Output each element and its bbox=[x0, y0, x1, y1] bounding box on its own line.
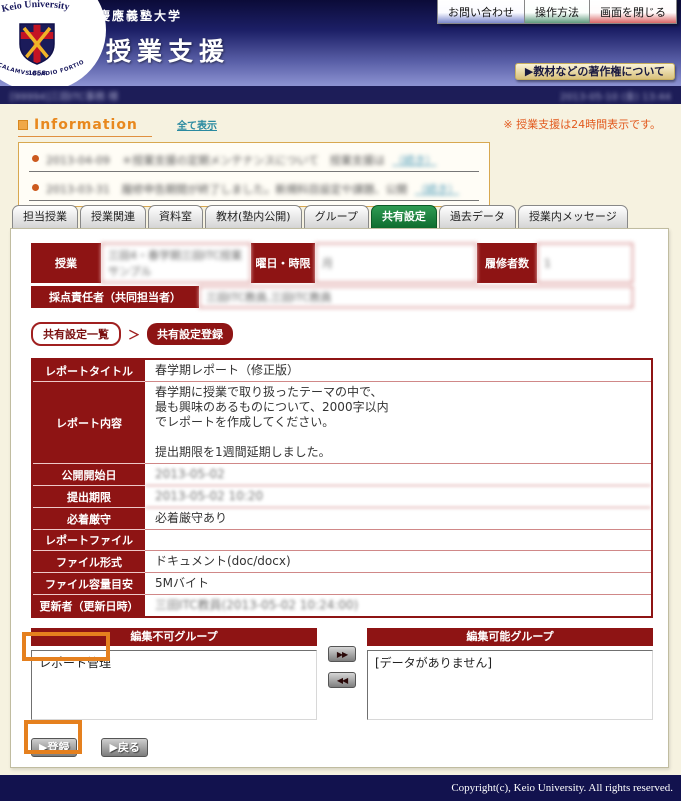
materials-copyright-button[interactable]: ▶教材などの著作権について bbox=[515, 63, 675, 80]
list-item: 2013-03-31 履修申告期間が終了しました。新規科目設定や課題、公開 （続… bbox=[29, 179, 479, 201]
report-detail-table: レポートタイトル 春学期レポート（修正版） レポート内容 春学期に授業で取り扱っ… bbox=[31, 358, 653, 618]
app-header: Keio University 1858 CALAMVS GLADIO FORT… bbox=[0, 0, 681, 86]
move-right-button[interactable]: ▶▶ bbox=[328, 646, 356, 662]
no-data-placeholder: [データがありません] bbox=[373, 653, 647, 672]
row-value: 春学期に授業で取り扱ったテーマの中で、 最も興味のあるものについて、2000字以… bbox=[145, 382, 651, 464]
row-label: 提出期限 bbox=[33, 486, 145, 508]
help-button[interactable]: 操作方法 bbox=[524, 0, 590, 24]
header-nav: お問い合わせ 操作方法 画面を閉じる bbox=[438, 0, 677, 24]
page-title: 授業支援 bbox=[106, 32, 230, 68]
tab-library[interactable]: 資料室 bbox=[148, 205, 203, 228]
bullet-icon bbox=[32, 184, 39, 191]
row-value: ドキュメント(doc/docx) bbox=[145, 551, 651, 573]
table-row: ファイル形式 ドキュメント(doc/docx) bbox=[33, 551, 651, 573]
tab-materials[interactable]: 教材(塾内公開) bbox=[205, 205, 302, 228]
tab-class-messages[interactable]: 授業内メッセージ bbox=[518, 205, 628, 228]
row-label: 必着厳守 bbox=[33, 508, 145, 530]
main-tabs: 担当授業 授業関連 資料室 教材(塾内公開) グループ 共有設定 過去データ 授… bbox=[12, 205, 630, 228]
breadcrumb: 共有設定一覧 ＞ 共有設定登録 bbox=[31, 322, 668, 346]
row-value: 三田ITC教員(2013-05-02 10:24:00) bbox=[145, 595, 651, 616]
24h-note: ※ 授業支援は24時間表示です。 bbox=[503, 116, 661, 132]
editable-group-list[interactable]: [データがありません] bbox=[367, 650, 653, 720]
table-row: 公開開始日 2013-05-02 bbox=[33, 464, 651, 486]
table-row: 提出期限 2013-05-02 10:20 bbox=[33, 486, 651, 508]
current-datetime: 2013-05-10 (金) 13:44 bbox=[560, 88, 671, 103]
tab-group[interactable]: グループ bbox=[304, 205, 369, 228]
non-editable-group-list[interactable]: レポート管理 bbox=[31, 650, 317, 720]
row-value: 必着厳守あり bbox=[145, 508, 651, 530]
move-left-button[interactable]: ◀◀ bbox=[328, 672, 356, 688]
table-row: レポートファイル bbox=[33, 530, 651, 551]
row-value bbox=[145, 530, 651, 551]
table-row: ファイル容量目安 5Mバイト bbox=[33, 573, 651, 595]
class-value: 三田4・春学期三田ITC授業サンプル bbox=[101, 243, 251, 283]
row-value: 5Mバイト bbox=[145, 573, 651, 595]
news-date: 2013-03-31 bbox=[46, 183, 110, 196]
period-label: 曜日・時限 bbox=[251, 243, 315, 283]
row-label: ファイル容量目安 bbox=[33, 573, 145, 595]
row-label: 公開開始日 bbox=[33, 464, 145, 486]
class-label: 授業 bbox=[31, 243, 101, 283]
table-row: レポートタイトル 春学期レポート（修正版） bbox=[33, 360, 651, 382]
tab-past-data[interactable]: 過去データ bbox=[439, 205, 516, 228]
enrolled-label: 履修者数 bbox=[477, 243, 537, 283]
table-row: 必着厳守 必着厳守あり bbox=[33, 508, 651, 530]
information-section: Information 全て表示 ※ 授業支援は24時間表示です。 2013-0… bbox=[0, 104, 681, 207]
action-buttons: ▶登録 ▶戻る bbox=[31, 738, 668, 757]
news-text: 履修申告期間が終了しました。新規科目設定や課題、公開 bbox=[121, 183, 407, 196]
news-more-link[interactable]: （続き） bbox=[392, 154, 436, 167]
non-editable-group-header: 編集不可グループ bbox=[31, 628, 317, 646]
share-settings-list-button[interactable]: 共有設定一覧 bbox=[31, 322, 121, 346]
grader-value: 三田ITC教員,三田ITC教員 bbox=[199, 286, 633, 308]
information-box: 2013-04-09 ＊授業支援の定期メンテナンスについて 授業支援は （続き）… bbox=[18, 142, 490, 207]
tab-share-settings[interactable]: 共有設定 bbox=[371, 205, 437, 228]
grader-label: 採点責任者（共同担当者） bbox=[31, 286, 199, 308]
bullet-icon bbox=[32, 155, 39, 162]
period-value: 月 bbox=[315, 243, 477, 283]
user-bar: [99994]三田ITC事務 様 2013-05-10 (金) 13:44 bbox=[0, 86, 681, 104]
table-row: レポート内容 春学期に授業で取り扱ったテーマの中で、 最も興味のあるものについて… bbox=[33, 382, 651, 464]
page: Keio University 1858 CALAMVS GLADIO FORT… bbox=[0, 0, 681, 801]
show-all-link[interactable]: 全て表示 bbox=[177, 121, 217, 132]
back-button[interactable]: ▶戻る bbox=[101, 738, 147, 757]
information-title: Information bbox=[34, 117, 138, 133]
logged-in-user: [99994]三田ITC事務 様 bbox=[10, 88, 118, 103]
close-screen-button[interactable]: 画面を閉じる bbox=[589, 0, 677, 24]
news-more-link[interactable]: （続き） bbox=[415, 183, 459, 196]
register-button[interactable]: ▶登録 bbox=[31, 738, 77, 757]
row-label: レポートファイル bbox=[33, 530, 145, 551]
editable-group-header: 編集可能グループ bbox=[367, 628, 653, 646]
course-info-table: 授業 三田4・春学期三田ITC授業サンプル 曜日・時限 月 履修者数 1 採点責… bbox=[31, 243, 633, 308]
keio-university-logo: Keio University 1858 CALAMVS GLADIO FORT… bbox=[0, 0, 106, 94]
share-settings-register-label: 共有設定登録 bbox=[147, 323, 233, 345]
enrolled-value: 1 bbox=[537, 243, 633, 283]
university-name: 慶應義塾大学 bbox=[98, 7, 182, 24]
list-item: 2013-04-09 ＊授業支援の定期メンテナンスについて 授業支援は （続き） bbox=[29, 150, 479, 172]
row-value: 2013-05-02 10:20 bbox=[145, 486, 651, 508]
breadcrumb-separator: ＞ bbox=[128, 326, 140, 343]
row-value: 2013-05-02 bbox=[145, 464, 651, 486]
table-row: 更新者（更新日時） 三田ITC教員(2013-05-02 10:24:00) bbox=[33, 595, 651, 616]
group-item-report-management[interactable]: レポート管理 bbox=[37, 653, 311, 672]
row-label: 更新者（更新日時） bbox=[33, 595, 145, 616]
contact-button[interactable]: お問い合わせ bbox=[437, 0, 525, 24]
group-transfer: 編集不可グループ レポート管理 ▶▶ ◀◀ 編集可能グループ [データがありませ… bbox=[31, 628, 653, 720]
row-label: レポートタイトル bbox=[33, 360, 145, 382]
tab-assigned-classes[interactable]: 担当授業 bbox=[12, 205, 78, 228]
news-text: ＊授業支援の定期メンテナンスについて 授業支援は bbox=[121, 154, 384, 167]
row-label: レポート内容 bbox=[33, 382, 145, 464]
content-panel: 授業 三田4・春学期三田ITC授業サンプル 曜日・時限 月 履修者数 1 採点責… bbox=[10, 228, 669, 768]
tab-class-related[interactable]: 授業関連 bbox=[80, 205, 146, 228]
row-label: ファイル形式 bbox=[33, 551, 145, 573]
footer: Copyright(c), Keio University. All right… bbox=[0, 775, 681, 801]
news-date: 2013-04-09 bbox=[46, 154, 110, 167]
row-value: 春学期レポート（修正版） bbox=[145, 360, 651, 382]
information-icon bbox=[18, 120, 28, 130]
copyright-text: Copyright(c), Keio University. All right… bbox=[451, 782, 673, 794]
